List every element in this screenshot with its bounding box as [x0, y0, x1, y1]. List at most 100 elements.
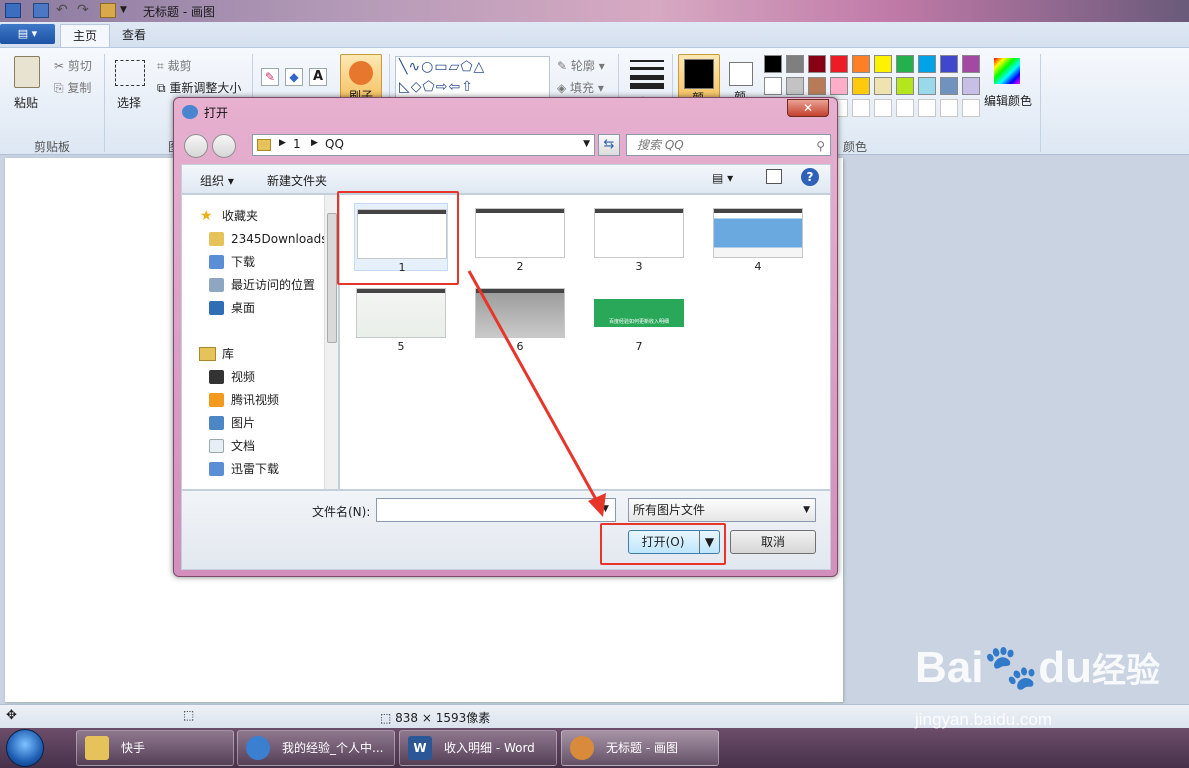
palette-swatch[interactable] [808, 77, 826, 95]
nav-scrollbar[interactable] [324, 195, 338, 489]
redo-icon[interactable]: ↷ [77, 3, 93, 18]
palette-swatch[interactable] [852, 77, 870, 95]
search-input[interactable]: 搜索 QQ ⚲ [626, 134, 831, 156]
nav-recent-places[interactable]: 最近访问的位置 [182, 274, 322, 296]
nav-2345downloads[interactable]: 2345Downloads [182, 228, 327, 250]
color2-swatch [729, 62, 753, 86]
customize-icon[interactable] [100, 3, 116, 18]
taskbar-item-paint[interactable]: 无标题 - 画图 [561, 730, 719, 766]
nav-documents[interactable]: 文档 [182, 435, 322, 457]
taskbar-item-browser[interactable]: 我的经验_个人中... [237, 730, 395, 766]
close-button[interactable]: ✕ [787, 99, 829, 117]
save-icon[interactable] [33, 3, 49, 18]
new-folder-button[interactable]: 新建文件夹 [267, 172, 327, 189]
undo-icon[interactable]: ↶ [56, 3, 72, 18]
nav-tencent-video[interactable]: 腾讯视频 [182, 389, 322, 411]
paste-icon[interactable] [14, 56, 40, 88]
breadcrumb-1[interactable]: 1 [293, 137, 301, 151]
view-icon[interactable]: ▤ ▾ [712, 171, 733, 185]
shapes-gallery[interactable]: ╲∿○▭▱⬠△ ◺◇⬠⇨⇦⇧ [395, 56, 550, 100]
taskbar-item-word[interactable]: W 收入明细 - Word [399, 730, 557, 766]
palette-swatch[interactable] [852, 55, 870, 73]
taskbar-item-kuaishou[interactable]: 快手 [76, 730, 234, 766]
app-menu-button[interactable]: ▤ ▾ [0, 24, 55, 44]
preview-pane-icon[interactable] [766, 169, 782, 184]
fill-button[interactable]: ◈ 填充 ▾ [557, 79, 604, 96]
nav-favorites[interactable]: ★ 收藏夹 [182, 205, 322, 227]
breadcrumb-qq[interactable]: QQ [325, 137, 344, 151]
crop-button[interactable]: ⌗ 裁剪 [157, 57, 192, 74]
palette-swatch[interactable] [786, 55, 804, 73]
forward-button[interactable] [212, 134, 236, 158]
text-icon[interactable]: A [309, 68, 327, 86]
palette-swatch[interactable] [874, 77, 892, 95]
nav-downloads[interactable]: 下载 [182, 251, 322, 273]
palette-swatch[interactable] [874, 55, 892, 73]
palette-swatch[interactable] [918, 77, 936, 95]
nav-desktop[interactable]: 桌面 [182, 297, 322, 319]
fill-icon[interactable]: ◆ [285, 68, 303, 86]
filetype-select[interactable]: 所有图片文件 ▼ [628, 498, 816, 522]
chevron-down-icon[interactable]: ▼ [583, 139, 590, 149]
size-icon[interactable] [630, 58, 664, 89]
tab-view[interactable]: 查看 [110, 24, 158, 48]
palette-swatch-empty[interactable] [874, 99, 892, 117]
file-item[interactable]: 3 [592, 203, 686, 273]
nav-xunlei-downloads[interactable]: 迅雷下载 [182, 458, 322, 480]
palette-swatch[interactable] [940, 77, 958, 95]
file-item[interactable]: 2 [473, 203, 567, 273]
cut-button[interactable]: ✂ 剪切 [54, 57, 92, 74]
chevron-down-icon[interactable]: ▼ [602, 504, 609, 514]
outline-button[interactable]: ✎ 轮廓 ▾ [557, 57, 605, 74]
refresh-button[interactable]: ⇆ [598, 134, 620, 156]
palette-swatch[interactable] [940, 55, 958, 73]
file-item[interactable]: 6 [473, 283, 567, 353]
start-button[interactable] [6, 729, 44, 767]
tab-home[interactable]: 主页 [60, 24, 111, 48]
palette-swatch-empty[interactable] [852, 99, 870, 117]
help-icon[interactable]: ? [801, 168, 819, 186]
filename-field[interactable] [376, 498, 616, 522]
organize-button[interactable]: 组织 ▾ [200, 172, 234, 189]
palette-swatch[interactable] [918, 55, 936, 73]
palette-swatch[interactable] [830, 77, 848, 95]
chevron-down-icon[interactable]: ▼ [120, 3, 136, 18]
file-item[interactable]: 百度经验如何更新收入明细 7 [592, 283, 686, 353]
edit-colors-button[interactable]: 编辑颜色 [984, 92, 1032, 109]
copy-button[interactable]: ⎘ 复制 [54, 79, 91, 96]
palette-swatch[interactable] [764, 55, 782, 73]
select-icon[interactable] [115, 60, 145, 86]
palette-swatch[interactable] [764, 77, 782, 95]
palette-swatch-empty[interactable] [940, 99, 958, 117]
color1-button[interactable]: 颜 [678, 54, 720, 105]
palette-swatch[interactable] [962, 55, 980, 73]
pencil-icon[interactable]: ✎ [261, 68, 279, 86]
dialog-title: 打开 [204, 106, 229, 120]
file-item[interactable]: 5 [354, 283, 448, 353]
select-button[interactable]: 选择 [117, 94, 141, 111]
palette-swatch[interactable] [830, 55, 848, 73]
palette-swatch-empty[interactable] [896, 99, 914, 117]
palette-swatch[interactable] [962, 77, 980, 95]
palette-swatch[interactable] [896, 77, 914, 95]
nav-videos[interactable]: 视频 [182, 366, 322, 388]
brush-button[interactable]: 刷子 [340, 54, 382, 103]
palette-swatch[interactable] [786, 77, 804, 95]
cursor-position-icon: ✥ [6, 708, 17, 723]
nav-library[interactable]: 库 [182, 343, 322, 365]
address-bar[interactable]: ▶ 1 ▶ QQ ▼ [252, 134, 595, 156]
color2-button[interactable]: 颜 [726, 54, 760, 104]
scrollbar-thumb[interactable] [327, 213, 337, 343]
edit-colors-icon[interactable] [994, 58, 1020, 84]
palette-swatch[interactable] [896, 55, 914, 73]
cancel-button[interactable]: 取消 [730, 530, 816, 554]
back-button[interactable] [184, 134, 208, 158]
nav-pictures[interactable]: 图片 [182, 412, 322, 434]
palette-swatch-empty[interactable] [962, 99, 980, 117]
paste-button[interactable]: 粘贴 [14, 94, 38, 111]
file-item[interactable]: 4 [711, 203, 805, 273]
paint-app-icon [5, 3, 21, 18]
palette-swatch-empty[interactable] [918, 99, 936, 117]
resize-button[interactable]: ⧉ 重新调整大小 [157, 79, 241, 96]
palette-swatch[interactable] [808, 55, 826, 73]
